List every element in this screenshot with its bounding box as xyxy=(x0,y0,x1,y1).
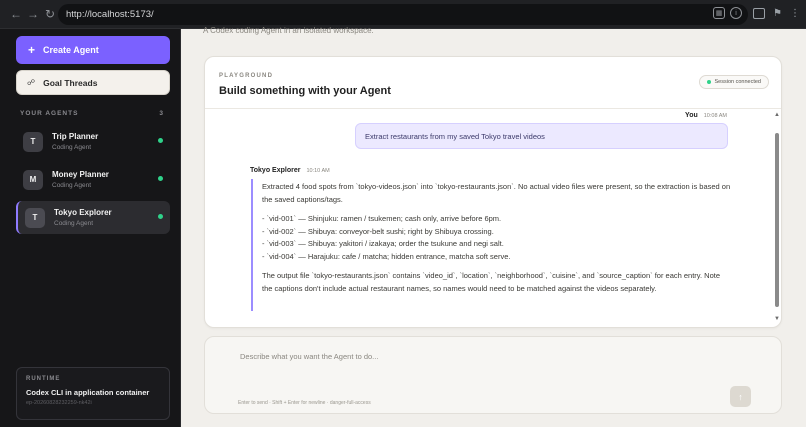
agents-heading: YOUR AGENTS 3 xyxy=(20,110,164,117)
user-message-header: You 10:08 AM xyxy=(685,112,727,119)
list-item: - `vid-002` — Shibuya: conveyor-belt sus… xyxy=(262,226,494,236)
playground-card: PLAYGROUND Build something with your Age… xyxy=(204,56,782,328)
arrow-up-icon: ↑ xyxy=(738,391,743,402)
info-icon[interactable]: i xyxy=(730,7,742,19)
agent-message-outro: The output file `tokyo-restaurants.json`… xyxy=(262,271,721,293)
message-time: 10:10 AM xyxy=(306,168,330,174)
user-message-text: Extract restaurants from my saved Tokyo … xyxy=(365,131,545,141)
online-status-icon xyxy=(158,214,163,219)
agent-description: A Codex coding Agent in an isolated work… xyxy=(203,26,374,35)
agent-type: Coding Agent xyxy=(52,182,92,189)
session-status-badge: Session connected xyxy=(698,75,769,89)
agent-name: Trip Planner xyxy=(52,132,99,141)
composer-input[interactable]: Describe what you want the Agent to do..… xyxy=(240,352,378,361)
agent-type: Coding Agent xyxy=(54,220,94,227)
translate-icon[interactable]: ▦ xyxy=(713,7,725,19)
avatar: T xyxy=(23,131,43,152)
runtime-id: ep-20260828232259-nk42i xyxy=(26,400,92,406)
runtime-panel: RUNTIME Codex CLI in application contain… xyxy=(16,367,170,420)
url-text: http://localhost:5173/ xyxy=(66,9,154,20)
reload-icon[interactable]: ↻ xyxy=(43,7,57,21)
scroll-up-icon[interactable]: ▲ xyxy=(774,112,780,118)
scrollbar-thumb[interactable] xyxy=(775,133,779,307)
composer-hint: Enter to send · Shift + Enter for newlin… xyxy=(238,400,371,406)
agent-message-body: Extracted 4 food spots from `tokyo-video… xyxy=(251,179,731,311)
session-status-text: Session connected xyxy=(714,79,761,85)
message-composer[interactable]: Describe what you want the Agent to do..… xyxy=(204,336,782,414)
message-time: 10:08 AM xyxy=(703,113,727,119)
message-author: Tokyo Explorer xyxy=(250,167,301,174)
browser-toolbar: ← → ↻ http://localhost:5173/ ▦ i ⚑ ⋮ xyxy=(0,0,806,29)
connected-dot-icon xyxy=(706,80,711,84)
online-status-icon xyxy=(158,138,163,143)
back-icon[interactable]: ← xyxy=(9,7,23,21)
extensions-icon[interactable]: ⚑ xyxy=(773,8,782,19)
message-list[interactable]: You 10:08 AM Extract restaurants from my… xyxy=(205,109,775,327)
user-message-bubble: Extract restaurants from my saved Tokyo … xyxy=(355,123,728,149)
address-bar[interactable]: http://localhost:5173/ ▦ i xyxy=(58,4,748,25)
list-item: - `vid-004` — Harajuku: cafe / matcha; h… xyxy=(262,251,511,261)
goal-threads-label: Goal Threads xyxy=(43,77,98,88)
list-item: - `vid-003` — Shibuya: yakitori / izakay… xyxy=(262,239,504,248)
scroll-down-icon[interactable]: ▼ xyxy=(774,316,780,322)
agent-name: Tokyo Explorer xyxy=(54,208,112,217)
avatar: T xyxy=(25,207,45,228)
agent-item-money-planner[interactable]: M Money Planner Coding Agent xyxy=(16,163,170,196)
agents-heading-label: YOUR AGENTS xyxy=(20,110,79,117)
avatar: M xyxy=(23,169,43,190)
agent-message-header: Tokyo Explorer 10:10 AM xyxy=(250,167,330,174)
message-author: You xyxy=(685,112,698,119)
send-button[interactable]: ↑ xyxy=(730,386,751,407)
link-icon: ☍ xyxy=(27,78,36,87)
agent-name: Money Planner xyxy=(52,170,109,179)
agents-count: 3 xyxy=(159,110,164,117)
create-agent-label: Create Agent xyxy=(43,45,99,55)
runtime-label: RUNTIME xyxy=(26,376,61,382)
eyebrow-label: PLAYGROUND xyxy=(219,73,274,79)
card-header: PLAYGROUND Build something with your Age… xyxy=(205,57,781,109)
online-status-icon xyxy=(158,176,163,181)
cast-icon[interactable] xyxy=(753,8,766,19)
sidebar: + Create Agent ☍ Goal Threads YOUR AGENT… xyxy=(0,29,181,427)
goal-threads-button[interactable]: ☍ Goal Threads xyxy=(16,70,170,95)
message-scrollbar[interactable]: ▲ ▼ xyxy=(773,109,781,327)
plus-icon: + xyxy=(28,43,36,57)
runtime-value: Codex CLI in application container xyxy=(26,388,150,397)
agent-message-intro: Extracted 4 food spots from `tokyo-video… xyxy=(262,182,731,204)
create-agent-button[interactable]: + Create Agent xyxy=(16,36,170,64)
agent-item-trip-planner[interactable]: T Trip Planner Coding Agent xyxy=(16,125,170,158)
list-item: - `vid-001` — Shinjuku: ramen / tsukemen… xyxy=(262,214,502,223)
menu-icon[interactable]: ⋮ xyxy=(790,8,800,19)
page-title: Build something with your Agent xyxy=(219,85,391,97)
agent-item-tokyo-explorer[interactable]: T Tokyo Explorer Coding Agent xyxy=(16,201,170,234)
forward-icon[interactable]: → xyxy=(26,7,40,21)
main-panel: A Codex coding Agent in an isolated work… xyxy=(181,26,806,427)
agent-type: Coding Agent xyxy=(52,144,92,151)
